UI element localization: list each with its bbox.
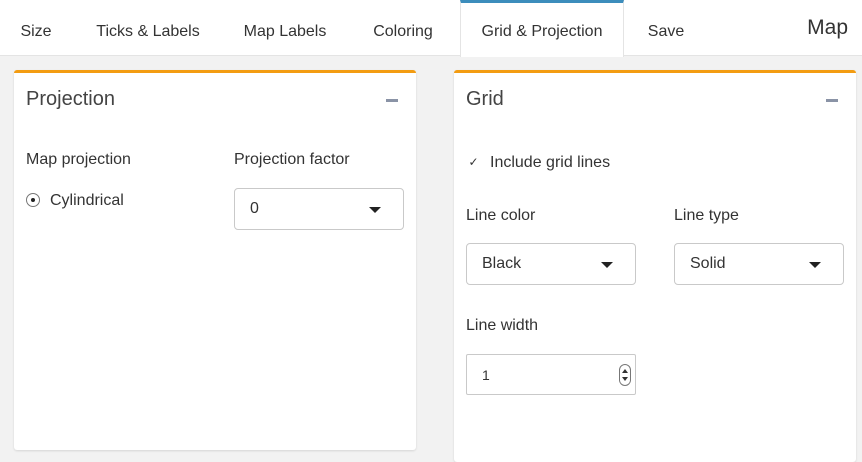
cylindrical-radio-label[interactable]: Cylindrical — [50, 192, 124, 210]
tab-coloring[interactable]: Coloring — [346, 0, 460, 56]
line-type-label: Line type — [674, 207, 739, 224]
grid-card: Grid ✓ Include grid lines Line color Bla… — [454, 70, 856, 462]
include-grid-lines-label[interactable]: Include grid lines — [490, 154, 610, 172]
line-color-value: Black — [482, 255, 522, 272]
caret-down-icon — [369, 207, 381, 213]
line-color-select[interactable]: Black — [466, 243, 636, 285]
projection-factor-value: 0 — [250, 200, 259, 217]
line-type-value: Solid — [690, 255, 726, 272]
line-width-input[interactable]: 1 — [466, 354, 636, 395]
line-width-label: Line width — [466, 317, 539, 334]
projection-collapse-button[interactable] — [380, 90, 404, 110]
projection-factor-label: Projection factor — [234, 151, 350, 168]
tab-grid-projection[interactable]: Grid & Projection — [460, 0, 624, 57]
grid-collapse-button[interactable] — [820, 90, 844, 110]
projection-card-title: Projection — [26, 88, 115, 110]
line-width-value: 1 — [482, 367, 490, 383]
map-projection-label: Map projection — [26, 151, 131, 168]
line-color-label: Line color — [466, 207, 536, 224]
cylindrical-radio[interactable] — [26, 193, 40, 207]
tab-save[interactable]: Save — [624, 0, 708, 56]
radio-dot-icon — [31, 198, 35, 202]
tab-bar: Size Ticks & Labels Map Labels Coloring … — [0, 0, 862, 57]
include-grid-lines-checkbox[interactable]: ✓ — [467, 156, 480, 169]
tab-map-labels[interactable]: Map Labels — [224, 0, 346, 56]
check-icon: ✓ — [468, 155, 479, 169]
caret-down-icon — [601, 262, 613, 268]
projection-factor-select[interactable]: 0 — [234, 188, 404, 230]
line-type-select[interactable]: Solid — [674, 243, 844, 285]
tab-size[interactable]: Size — [0, 0, 72, 56]
projection-card: Projection Map projection Cylindrical Pr… — [14, 70, 416, 450]
spinner-up-icon — [622, 369, 628, 373]
spinner-icon[interactable] — [619, 364, 631, 386]
caret-down-icon — [809, 262, 821, 268]
minus-icon — [826, 99, 838, 102]
spinner-down-icon — [622, 377, 628, 381]
minus-icon — [386, 99, 398, 102]
tab-panel-title: Map — [807, 16, 848, 39]
grid-card-title: Grid — [466, 88, 504, 110]
tab-ticks-labels[interactable]: Ticks & Labels — [72, 0, 224, 56]
